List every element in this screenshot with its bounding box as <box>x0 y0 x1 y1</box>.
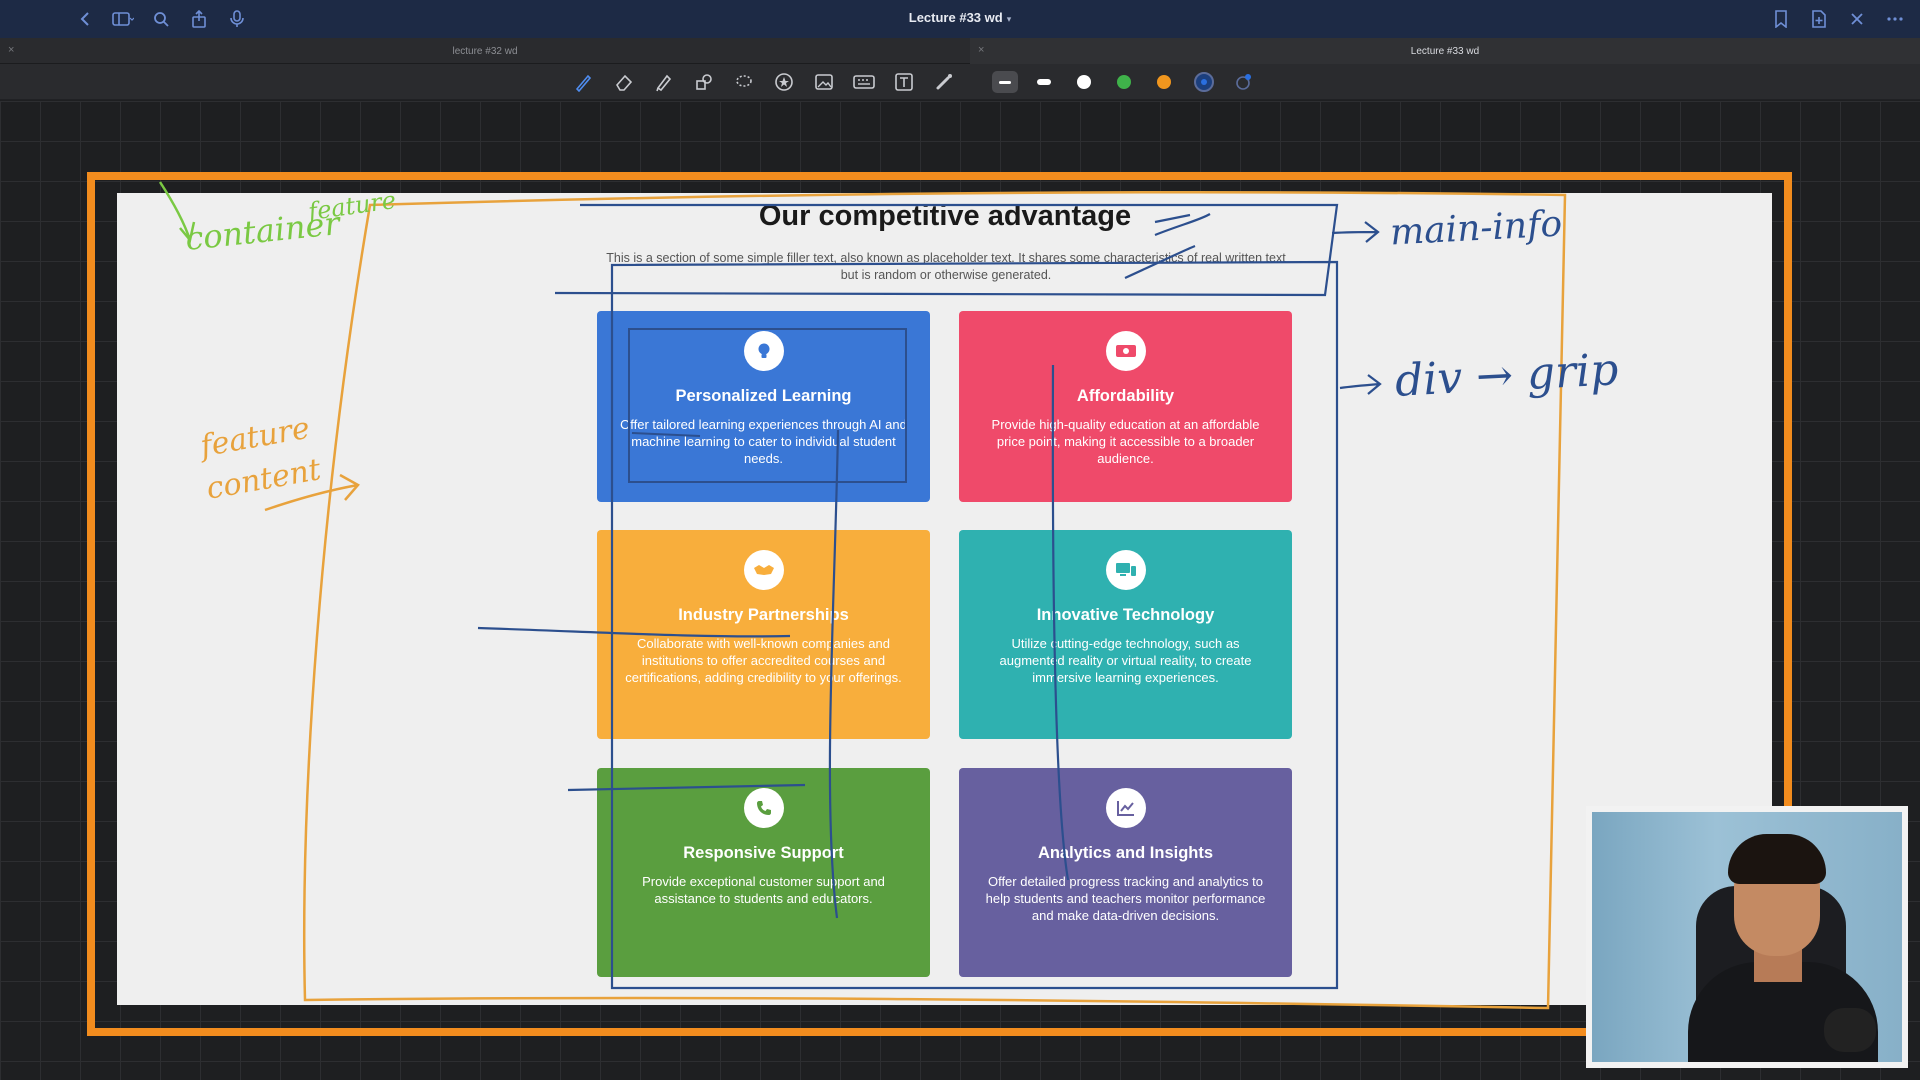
tab-label: lecture #32 wd <box>452 45 518 57</box>
tab-bar: × lecture #32 wd × Lecture #33 wd <box>0 38 1920 64</box>
feature-text: Collaborate with well-known companies an… <box>625 636 902 685</box>
handshake-icon <box>743 550 784 590</box>
feature-title: Industry Partnerships <box>678 606 849 624</box>
section-subtitle: This is a section of some simple filler … <box>606 251 1286 282</box>
sticker-icon[interactable] <box>770 70 798 94</box>
chart-icon <box>1105 788 1146 828</box>
webcam-video <box>1586 806 1908 1068</box>
microphone-icon <box>1824 1008 1876 1052</box>
color-swatch-green[interactable] <box>1110 70 1138 94</box>
color-swatch-orange[interactable] <box>1150 70 1178 94</box>
highlighter-icon[interactable] <box>650 70 678 94</box>
window-title[interactable]: Lecture #33 wd ▾ <box>0 10 1920 25</box>
microphone-icon[interactable] <box>226 8 248 30</box>
title-bar: Lecture #33 wd ▾ <box>0 0 1920 38</box>
lasso-icon[interactable] <box>730 70 758 94</box>
sidebar-toggle-icon[interactable] <box>112 8 134 30</box>
tab-lecture-32[interactable]: × lecture #32 wd <box>0 38 970 64</box>
pasted-webpage-screenshot <box>117 193 1772 1005</box>
feature-text: Offer tailored learning experiences thro… <box>620 417 907 466</box>
feature-text: Provide high-quality education at an aff… <box>991 417 1260 466</box>
money-icon <box>1105 331 1146 371</box>
close-tab-icon[interactable]: × <box>978 44 984 56</box>
feature-card-innovative-technology: Innovative Technology Utilize cutting-ed… <box>959 530 1292 739</box>
search-icon[interactable] <box>150 8 172 30</box>
title-bar-right-controls <box>1770 8 1906 30</box>
keyboard-icon[interactable] <box>850 70 878 94</box>
back-icon[interactable] <box>74 8 96 30</box>
share-icon[interactable] <box>188 8 210 30</box>
eraser-icon[interactable] <box>610 70 638 94</box>
feature-title: Responsive Support <box>683 844 844 862</box>
close-icon[interactable] <box>1846 8 1868 30</box>
feature-text: Provide exceptional customer support and… <box>642 874 885 906</box>
image-icon[interactable] <box>810 70 838 94</box>
drawing-toolbar <box>0 64 1920 100</box>
close-tab-icon[interactable]: × <box>8 44 14 56</box>
feature-card-responsive-support: Responsive Support Provide exceptional c… <box>597 768 930 977</box>
add-page-icon[interactable] <box>1808 8 1830 30</box>
feature-card-personalized-learning: Personalized Learning Offer tailored lea… <box>597 311 930 502</box>
feature-title: Analytics and Insights <box>1037 844 1214 862</box>
more-icon[interactable] <box>1884 8 1906 30</box>
chevron-down-icon[interactable]: ▾ <box>1007 14 1012 24</box>
feature-title: Affordability <box>1076 387 1175 405</box>
bookmark-icon[interactable] <box>1770 8 1792 30</box>
color-swatch-white[interactable] <box>1070 70 1098 94</box>
feature-text: Utilize cutting-edge technology, such as… <box>999 636 1252 685</box>
pen-icon[interactable] <box>570 70 598 94</box>
stroke-width-thin[interactable] <box>992 71 1018 93</box>
lightbulb-icon <box>743 331 784 371</box>
laser-pointer-icon[interactable] <box>930 70 958 94</box>
feature-title: Personalized Learning <box>675 387 852 405</box>
tab-lecture-33[interactable]: × Lecture #33 wd <box>970 38 1920 64</box>
title-bar-left-controls <box>74 8 248 30</box>
feature-card-affordability: Affordability Provide high-quality educa… <box>959 311 1292 502</box>
color-swatch-navy-selected[interactable] <box>1190 70 1218 94</box>
feature-card-industry-partnerships: Industry Partnerships Collaborate with w… <box>597 530 930 739</box>
tab-label: Lecture #33 wd <box>1410 45 1480 57</box>
feature-title: Innovative Technology <box>1036 606 1215 624</box>
color-picker-icon[interactable] <box>1230 70 1258 94</box>
phone-icon <box>743 788 784 828</box>
devices-icon <box>1105 550 1146 590</box>
feature-text: Offer detailed progress tracking and ana… <box>985 874 1266 923</box>
section-title: Our competitive advantage <box>758 200 1132 232</box>
text-box-icon[interactable] <box>890 70 918 94</box>
feature-card-analytics-insights: Analytics and Insights Offer detailed pr… <box>959 768 1292 977</box>
shapes-icon[interactable] <box>690 70 718 94</box>
stroke-width-thick[interactable] <box>1030 70 1058 94</box>
